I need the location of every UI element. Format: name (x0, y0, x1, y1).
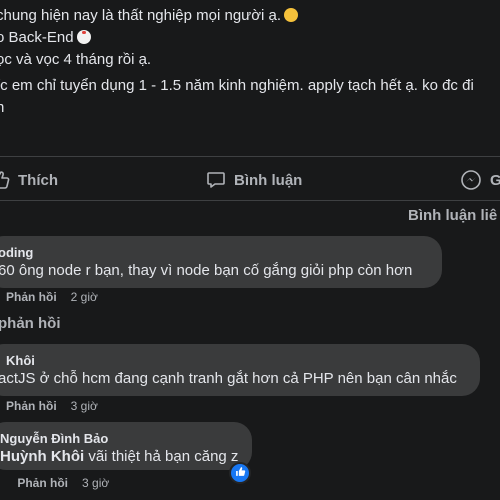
reply-button[interactable]: Phản hồi (17, 476, 68, 490)
divider (0, 200, 500, 201)
post-line-2: o Back-End (0, 28, 91, 48)
comment-timestamp[interactable]: 2 giờ (71, 290, 98, 304)
share-button[interactable]: G (460, 168, 500, 192)
comment-bubble: Nguyễn Đình Bảo Huỳnh Khôi vãi thiệt hả … (0, 422, 252, 470)
post-line-5: n (0, 99, 5, 116)
comment-author[interactable]: Khôi (0, 352, 468, 369)
post-line-4: /c em chỉ tuyển dụng 1 - 1.5 năm kinh ng… (0, 77, 474, 94)
divider (0, 156, 500, 157)
messenger-icon (460, 169, 482, 191)
comment-author[interactable]: Nguyễn Đình Bảo (0, 430, 240, 447)
comment-meta: Phản hồi 2 giờ (6, 290, 98, 304)
post-line-3: ọc và vọc 4 tháng rồi ạ. (0, 51, 152, 68)
chicken-icon (76, 30, 91, 44)
like-reaction-button[interactable] (0, 476, 3, 490)
post-line-1: chung hiện nay là thất nghiệp mọi người … (0, 6, 299, 26)
thumbs-up-icon (235, 464, 246, 482)
comment-meta: Phản hồi 3 giờ (6, 399, 98, 413)
reply-button[interactable]: Phản hồi (6, 399, 57, 413)
reply-button[interactable]: Phản hồi (6, 290, 57, 304)
like-reaction-badge[interactable] (229, 462, 251, 484)
comment-bubble: Khôi actJS ở chỗ hcm đang cạnh tranh gắt… (0, 344, 480, 396)
thumbs-up-icon (0, 170, 10, 190)
comment-author[interactable]: oding (0, 244, 430, 261)
comment-sort-dropdown[interactable]: Bình luận liê (408, 207, 497, 224)
view-replies-link[interactable]: phản hồi (0, 315, 61, 332)
comment-meta: Phản hồi 3 giờ (0, 476, 109, 490)
mention-tag[interactable]: Huỳnh Khôi (0, 448, 84, 465)
comment-text: vãi thiệt hả bạn căng z (84, 448, 239, 465)
comment-button[interactable]: Bình luận (206, 168, 302, 192)
grimacing-face-icon (284, 8, 299, 22)
comment-timestamp[interactable]: 3 giờ (82, 476, 109, 490)
comment-text: actJS ở chỗ hcm đang cạnh tranh gắt hơn … (0, 370, 457, 387)
comment-timestamp[interactable]: 3 giờ (71, 399, 98, 413)
comment-bubble: oding 60 ông node r bạn, thay vì node bạ… (0, 236, 442, 288)
like-button[interactable]: Thích (0, 168, 58, 192)
comment-text: 60 ông node r bạn, thay vì node bạn cố g… (0, 262, 413, 279)
comment-icon (206, 170, 226, 190)
